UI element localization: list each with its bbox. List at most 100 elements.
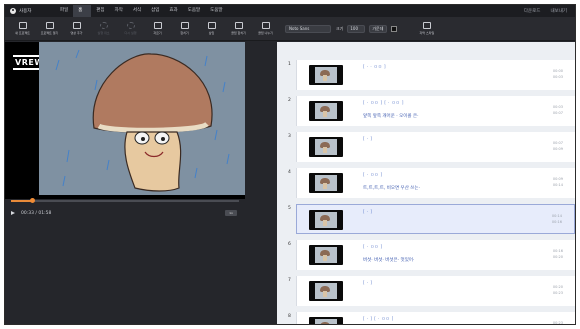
clip-row[interactable]: 7 [ · ] 00:20 00:23 <box>277 276 575 308</box>
clip-end-time: 00:14 <box>552 183 563 187</box>
app-window: 사용자 파일 홈 편집 자막 서식 삽입 효과 도움말 도움말 다운로드 내보내… <box>4 4 576 325</box>
text-color-swatch[interactable] <box>391 25 398 32</box>
clip-tags[interactable]: [ · ] [ · ㅁㅁ ] <box>363 316 394 322</box>
download-button[interactable]: 다운로드 <box>524 8 541 14</box>
clip-thumbnail[interactable] <box>309 173 343 193</box>
font-size-select[interactable]: 100 <box>347 24 366 33</box>
clip-subtitle-text[interactable]: 앞쪽 앞쪽 개어운 · 오이콜 은· <box>363 113 419 119</box>
clip-card[interactable]: [ · ㅁㅁ ] 트,트,트,트, 비오면 우산 쓰는· 00:09 00:14 <box>296 168 575 198</box>
clip-start-time: 00:03 <box>552 105 563 109</box>
clip-row[interactable]: 6 [ · ㅁㅁ ] 버섯· 버섯· 버섯은· 멋있어· 00:16 00:20 <box>277 240 575 272</box>
clip-row[interactable]: 4 [ · ㅁㅁ ] 트,트,트,트, 비오면 우산 쓰는· 00:09 00:14 <box>277 168 575 200</box>
add-video-button[interactable]: 영상 추가 <box>63 18 90 40</box>
menu-edit[interactable]: 편집 <box>91 5 109 17</box>
clip-tags[interactable]: [ · ㅁㅁ ] <box>363 244 383 250</box>
insert-button[interactable]: 삽입 <box>198 18 225 40</box>
redo-icon <box>126 22 135 29</box>
clip-row[interactable]: 8[ · ] [ · ㅁㅁ ]00:2300:26 <box>277 312 575 325</box>
size-label: 크기 <box>336 25 344 31</box>
clip-subtitle-text[interactable]: 버섯· 버섯· 버섯은· 멋있어· <box>363 257 414 263</box>
mushroom-stem-icon <box>323 75 327 81</box>
clip-card[interactable]: [ · · ㅁㅁ ] 00:00 00:03 <box>296 60 575 90</box>
clip-thumbnail[interactable] <box>309 137 343 157</box>
clip-thumbnail[interactable] <box>309 101 343 121</box>
menu-help[interactable]: 도움말 <box>183 5 205 17</box>
undo-icon <box>99 22 108 29</box>
redo-button[interactable]: 다시 실행 <box>117 18 144 40</box>
add-video-icon <box>72 22 81 29</box>
layout-2-label: 클립 나누기 <box>258 31 273 35</box>
user-name: 사용자 <box>19 9 32 14</box>
clip-end-time: 00:09 <box>552 147 563 151</box>
lower-area <box>5 219 245 324</box>
mushroom-stem-icon <box>323 111 327 117</box>
clip-end-time: 00:03 <box>552 75 563 79</box>
clip-card[interactable]: [ · ] [ · ㅁㅁ ]00:2300:26 <box>296 312 575 325</box>
clip-start-time: 00:16 <box>552 249 563 253</box>
menu-format[interactable]: 서식 <box>128 5 146 17</box>
play-icon[interactable] <box>11 211 15 215</box>
clip-tags[interactable]: [ · ㅁㅁ ] <box>363 172 383 178</box>
clip-start-time: 00:23 <box>552 321 563 325</box>
clip-tags[interactable]: [ · ] <box>363 280 372 285</box>
export-button[interactable]: 내보내기 <box>550 8 567 14</box>
clip-card[interactable]: [ · ] 00:20 00:23 <box>296 276 575 306</box>
clip-tags[interactable]: [ · ㅁㅁ ] [ · ㅁㅁ ] <box>363 100 404 106</box>
open-project-button[interactable]: 프로젝트 열기 <box>36 18 63 40</box>
caption-style-button[interactable]: 자막 스타일 <box>413 18 440 40</box>
layout-2-button[interactable]: 클립 나누기 <box>252 18 279 40</box>
menu-effects[interactable]: 효과 <box>164 5 182 17</box>
clip-card[interactable]: [ · ] 00:14 00:16 <box>296 204 575 234</box>
video-preview[interactable]: VREW <box>5 42 245 199</box>
clip-thumbnail[interactable] <box>309 210 343 230</box>
clip-thumbnail[interactable] <box>309 245 343 265</box>
merge-label: 합치기 <box>180 31 189 35</box>
menu-home[interactable]: 홈 <box>73 5 92 17</box>
insert-icon <box>207 22 216 29</box>
clip-thumbnail[interactable] <box>309 281 343 301</box>
menu-insert[interactable]: 삽입 <box>146 5 164 17</box>
clip-tags[interactable]: [ · ] <box>363 136 372 141</box>
clip-number: 2 <box>288 98 291 103</box>
clip-number: 5 <box>288 206 291 211</box>
undo-button[interactable]: 실행 취소 <box>90 18 117 40</box>
open-project-label: 프로젝트 열기 <box>40 31 59 35</box>
split-button[interactable]: 자르기 <box>144 18 171 40</box>
layout-1-button[interactable]: 클립 합치기 <box>225 18 252 40</box>
clip-start-time: 00:00 <box>552 69 563 73</box>
clip-number: 1 <box>288 62 291 67</box>
clip-number: 6 <box>288 242 291 247</box>
menu-subtitle[interactable]: 자막 <box>110 5 128 17</box>
clip-start-time: 00:07 <box>552 141 563 145</box>
clip-row[interactable]: 2 [ · ㅁㅁ ] [ · ㅁㅁ ] 앞쪽 앞쪽 개어운 · 오이콜 은· 00:0… <box>277 96 575 128</box>
merge-button[interactable]: 합치기 <box>171 18 198 40</box>
align-select[interactable]: 가운데 <box>369 24 388 33</box>
clip-subtitle-text[interactable]: 트,트,트,트, 비오면 우산 쓰는· <box>363 185 420 191</box>
clip-thumbnail[interactable] <box>309 65 343 85</box>
clip-number: 4 <box>288 170 291 175</box>
scissors-icon <box>153 22 162 29</box>
timeline-scrubber[interactable] <box>11 198 239 203</box>
clip-tags[interactable]: [ · ] <box>363 209 372 214</box>
menu-file[interactable]: 파일 <box>55 5 73 17</box>
speed-chip[interactable]: 1x <box>225 210 237 216</box>
layout-1-icon <box>234 22 243 29</box>
clip-card[interactable]: [ · ㅁㅁ ] 버섯· 버섯· 버섯은· 멋있어· 00:16 00:20 <box>296 240 575 270</box>
clip-thumbnail[interactable] <box>309 317 343 324</box>
clip-end-time: 00:07 <box>552 111 563 115</box>
mushroom-stem-icon <box>323 291 327 297</box>
clip-card[interactable]: [ · ] 00:07 00:09 <box>296 132 575 162</box>
font-family-select[interactable]: Noto Sans <box>285 24 331 33</box>
timeline-knob[interactable] <box>29 198 35 203</box>
user-menu[interactable]: 사용자 <box>5 8 55 14</box>
clip-row[interactable]: 3 [ · ] 00:07 00:09 <box>277 132 575 164</box>
avatar-icon <box>10 8 16 14</box>
clip-row[interactable]: 1 [ · · ㅁㅁ ] 00:00 00:03 <box>277 60 575 92</box>
clip-row[interactable]: 5 [ · ] 00:14 00:16 <box>277 204 575 236</box>
clip-card[interactable]: [ · ㅁㅁ ] [ · ㅁㅁ ] 앞쪽 앞쪽 개어운 · 오이콜 은· 00:03… <box>296 96 575 126</box>
menu-help-2[interactable]: 도움말 <box>205 5 227 17</box>
video-frame-image <box>39 42 245 195</box>
clip-tags[interactable]: [ · · ㅁㅁ ] <box>363 64 386 70</box>
new-project-button[interactable]: 새 프로젝트 <box>9 18 36 40</box>
timeline-progress <box>11 200 32 202</box>
